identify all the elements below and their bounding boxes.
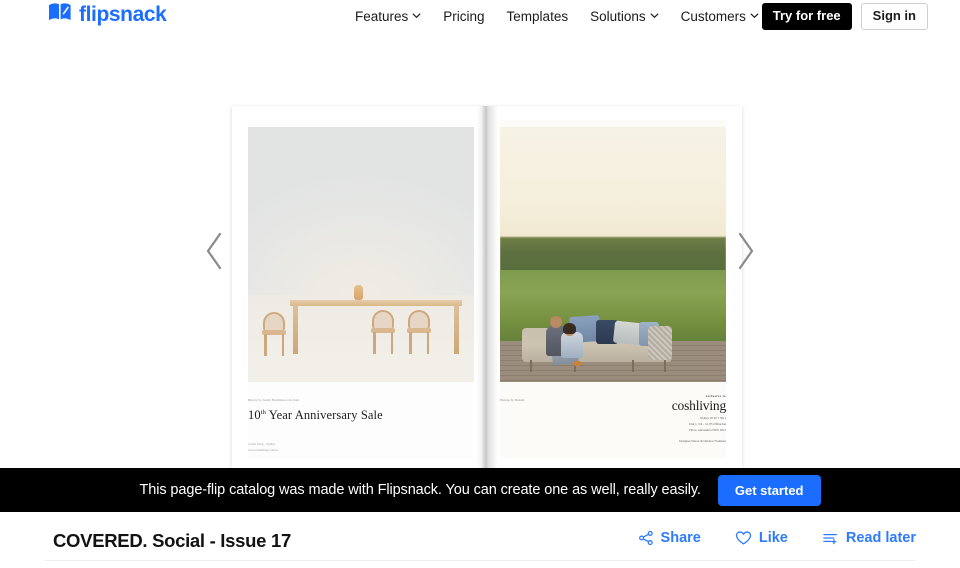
footer-actions: Share Like Read later: [638, 530, 916, 546]
read-later-button[interactable]: Read later: [822, 530, 916, 546]
nav-item-customers[interactable]: Customers: [670, 9, 770, 24]
brand-address: Sydney 02 02 7 3011 Unit 1, 5/4 - 14, 85…: [672, 416, 726, 433]
brand-tagline: Designer Indoor & Outdoor Furniture: [679, 439, 726, 444]
read-later-icon: [822, 530, 839, 546]
nav-item-solutions[interactable]: Solutions: [579, 9, 670, 24]
catalog-page-right[interactable]: Bastone by Manutti exclusive to coshlivi…: [487, 106, 742, 468]
main-navigation: Features Pricing Templates Solutions Cus…: [355, 0, 770, 33]
nav-label: Customers: [680, 9, 746, 24]
share-button[interactable]: Share: [638, 530, 701, 546]
right-page-brand-block: exclusive to coshliving Sydney 02 02 7 3…: [672, 394, 726, 443]
nav-item-pricing[interactable]: Pricing: [432, 9, 495, 24]
nav-item-features[interactable]: Features: [355, 9, 432, 24]
left-page-footnote: Cosh Living - Sydney www.coshliving.com.…: [248, 442, 278, 453]
headline-ordinal: th: [260, 408, 266, 416]
book-logo-icon: [48, 2, 73, 26]
left-page-headline: 10th Year Anniversary Sale: [248, 408, 383, 423]
footer-divider: [45, 560, 915, 561]
nav-label: Templates: [506, 9, 569, 24]
promo-message: This page-flip catalog was made with Fli…: [139, 482, 701, 498]
catalog-spread[interactable]: Dinary by Justin Hutchinson for Kett 10t…: [232, 106, 742, 468]
headline-number: 10: [248, 408, 261, 422]
nav-label: Pricing: [443, 9, 485, 24]
chevron-down-icon: [650, 11, 659, 20]
address-line-3: Drive, Alexandria NSW 2015: [689, 427, 726, 432]
outdoor-sofa-photo: [500, 127, 726, 382]
nav-item-templates[interactable]: Templates: [496, 9, 580, 24]
flipsnack-logo[interactable]: flipsnack: [48, 2, 167, 26]
chevron-right-icon[interactable]: [728, 221, 762, 281]
try-for-free-button[interactable]: Try for free: [761, 2, 852, 31]
catalog-page-left[interactable]: Dinary by Justin Hutchinson for Kett 10t…: [232, 106, 487, 468]
sign-in-button[interactable]: Sign in: [860, 2, 928, 31]
nav-label: Solutions: [590, 9, 646, 24]
brand-name: coshliving: [671, 398, 726, 413]
chevron-down-icon: [412, 11, 421, 20]
share-icon: [638, 530, 654, 546]
nav-label: Features: [355, 9, 409, 24]
furniture-room-photo: [248, 127, 474, 382]
flipbook-viewer: Dinary by Justin Hutchinson for Kett 10t…: [0, 33, 960, 468]
like-label: Like: [758, 530, 788, 546]
heart-icon: [735, 530, 752, 546]
share-label: Share: [660, 530, 701, 546]
chevron-left-icon[interactable]: [198, 221, 232, 281]
read-later-label: Read later: [845, 530, 916, 546]
headline-rest: Year Anniversary Sale: [268, 408, 383, 422]
document-footer: COVERED. Social - Issue 17 Share Like Re…: [0, 512, 960, 568]
get-started-button[interactable]: Get started: [717, 474, 821, 506]
left-page-credit: Dinary by Justin Hutchinson for Kett: [248, 398, 300, 402]
footnote-line-2: www.coshliving.com.au: [248, 447, 278, 452]
chevron-down-icon: [750, 11, 759, 20]
right-page-credit: Bastone by Manutti: [500, 398, 525, 402]
site-header: flipsnack Features Pricing Templates Sol…: [0, 0, 960, 33]
footnote-line-1: Cosh Living - Sydney: [248, 442, 276, 446]
logo-wordmark: flipsnack: [79, 2, 167, 26]
promo-bar: This page-flip catalog was made with Fli…: [0, 468, 960, 512]
document-title: COVERED. Social - Issue 17: [53, 530, 291, 551]
like-button[interactable]: Like: [735, 530, 788, 546]
header-actions: Try for free Sign in: [761, 0, 928, 33]
